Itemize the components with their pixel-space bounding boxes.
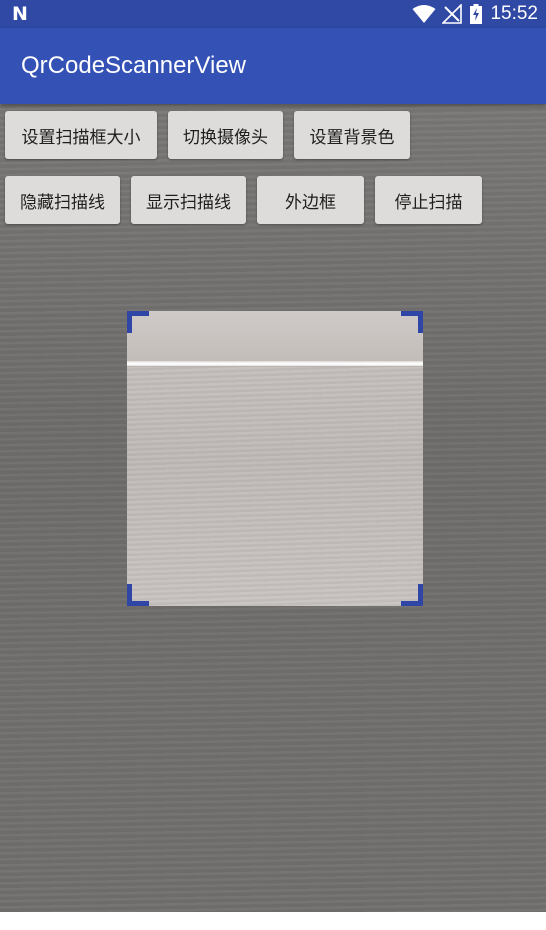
switch-camera-button[interactable]: 切换摄像头 (168, 111, 283, 159)
battery-icon (470, 4, 483, 24)
status-icons: 15:52 (412, 3, 538, 25)
set-background-color-button[interactable]: 设置背景色 (294, 111, 410, 159)
scan-corner-bottom-right (401, 584, 423, 606)
hide-scan-line-button[interactable]: 隐藏扫描线 (5, 176, 120, 224)
scan-frame (127, 311, 423, 606)
app-bar: QrCodeScannerView (0, 28, 546, 104)
scan-corner-bottom-left (127, 584, 149, 606)
app-title: QrCodeScannerView (21, 52, 247, 79)
wifi-icon (412, 4, 436, 24)
signal-icon (442, 4, 463, 24)
clock: 15:52 (490, 3, 538, 24)
scan-corner-top-right (401, 311, 423, 333)
status-bar: N 15:52 (0, 0, 546, 28)
scan-line (127, 361, 423, 367)
scan-frame-passed-area (127, 311, 423, 361)
scan-corner-top-left (127, 311, 149, 333)
stop-scan-button[interactable]: 停止扫描 (375, 176, 482, 224)
outer-border-button[interactable]: 外边框 (257, 176, 364, 224)
bottom-edge (0, 912, 546, 930)
notification-n-icon: N (12, 3, 28, 25)
set-scan-box-size-button[interactable]: 设置扫描框大小 (5, 111, 157, 159)
scanner-screen: N 15:52 QrCodeScannerView 设置扫描框大小 切换摄像头 … (0, 0, 546, 930)
show-scan-line-button[interactable]: 显示扫描线 (131, 176, 246, 224)
